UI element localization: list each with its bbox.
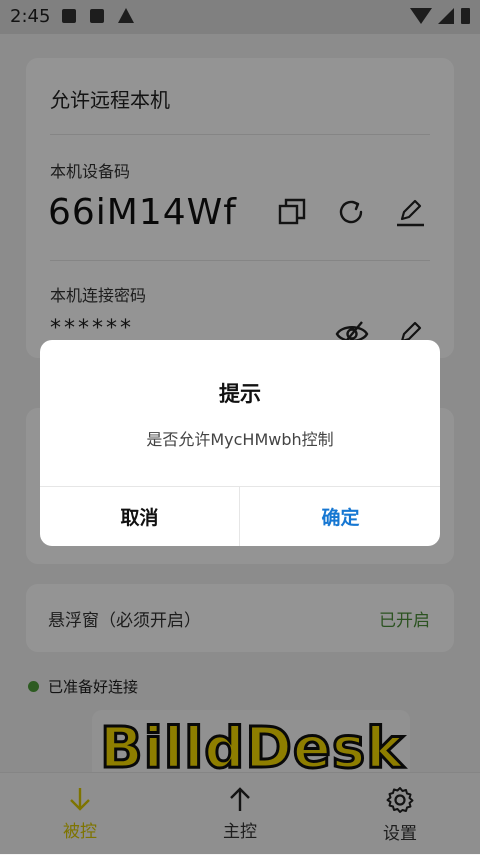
dialog-title: 提示	[219, 382, 261, 406]
divider	[239, 486, 240, 546]
dialog-message: 是否允许MycHMwbh控制	[146, 430, 334, 449]
cancel-button[interactable]: 取消	[40, 487, 239, 546]
confirm-button[interactable]: 确定	[241, 487, 440, 546]
permission-dialog: 提示 是否允许MycHMwbh控制 取消 确定	[40, 340, 440, 546]
